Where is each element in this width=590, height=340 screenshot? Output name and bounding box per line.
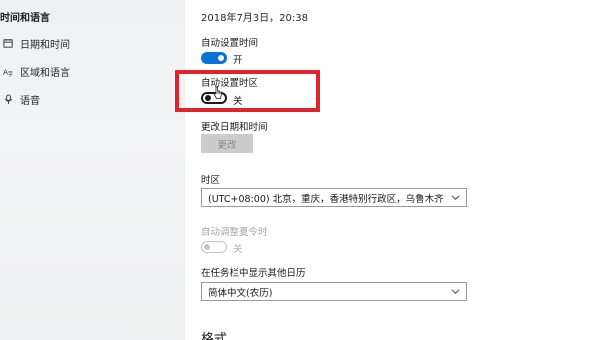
timezone-label: 时区 [201,175,221,186]
sidebar-item-date-time[interactable]: 日期和时间 [2,34,70,52]
extra-calendar-value: 简体中文(农历) [208,287,273,299]
auto-time-label: 自动设置时间 [201,38,259,49]
sidebar-item-speech[interactable]: 语音 [2,90,40,108]
svg-text:字: 字 [7,70,13,77]
extra-calendar-label: 在任务栏中显示其他日历 [201,268,306,279]
toggle-knob [218,55,224,61]
format-heading: 格式 [201,332,228,340]
chevron-down-icon [451,195,460,201]
change-datetime-label: 更改日期和时间 [201,122,268,133]
mouse-pointer-icon [213,86,222,99]
main-panel: 2018年7月3日，20:38 自动设置时间 开 自动设置时区 关 更改日期和时… [185,0,590,340]
sidebar-item-label: 语音 [20,95,40,107]
timezone-value: (UTC+08:00) 北京，重庆，香港特别行政区，乌鲁木齐 [208,193,444,205]
auto-time-state: 开 [233,55,243,66]
sidebar: 时间和语言 日期和时间 A字 区域和语言 语音 [0,0,185,340]
timezone-dropdown[interactable]: (UTC+08:00) 北京，重庆，香港特别行政区，乌鲁木齐 [201,188,467,207]
dst-toggle[interactable] [201,241,227,253]
current-datetime: 2018年7月3日，20:38 [201,13,308,24]
dst-label: 自动调整夏令时 [201,227,268,238]
sidebar-item-label: 区域和语言 [20,67,70,79]
sidebar-item-region-language[interactable]: A字 区域和语言 [2,62,71,80]
globe-language-icon: A字 [2,65,14,77]
microphone-icon [2,93,14,105]
auto-time-toggle[interactable] [201,52,227,64]
sidebar-title: 时间和语言 [0,13,50,24]
settings-window: 时间和语言 日期和时间 A字 区域和语言 语音 2018年7月3日，20:38 … [0,0,590,340]
dst-state: 关 [233,244,243,255]
sidebar-item-label: 日期和时间 [20,39,70,51]
toggle-knob [204,243,210,250]
chevron-down-icon [451,289,460,295]
extra-calendar-dropdown[interactable]: 简体中文(农历) [201,282,467,301]
change-datetime-button[interactable]: 更改 [201,134,253,153]
highlight-annotation [175,70,320,112]
calendar-clock-icon [2,37,14,49]
